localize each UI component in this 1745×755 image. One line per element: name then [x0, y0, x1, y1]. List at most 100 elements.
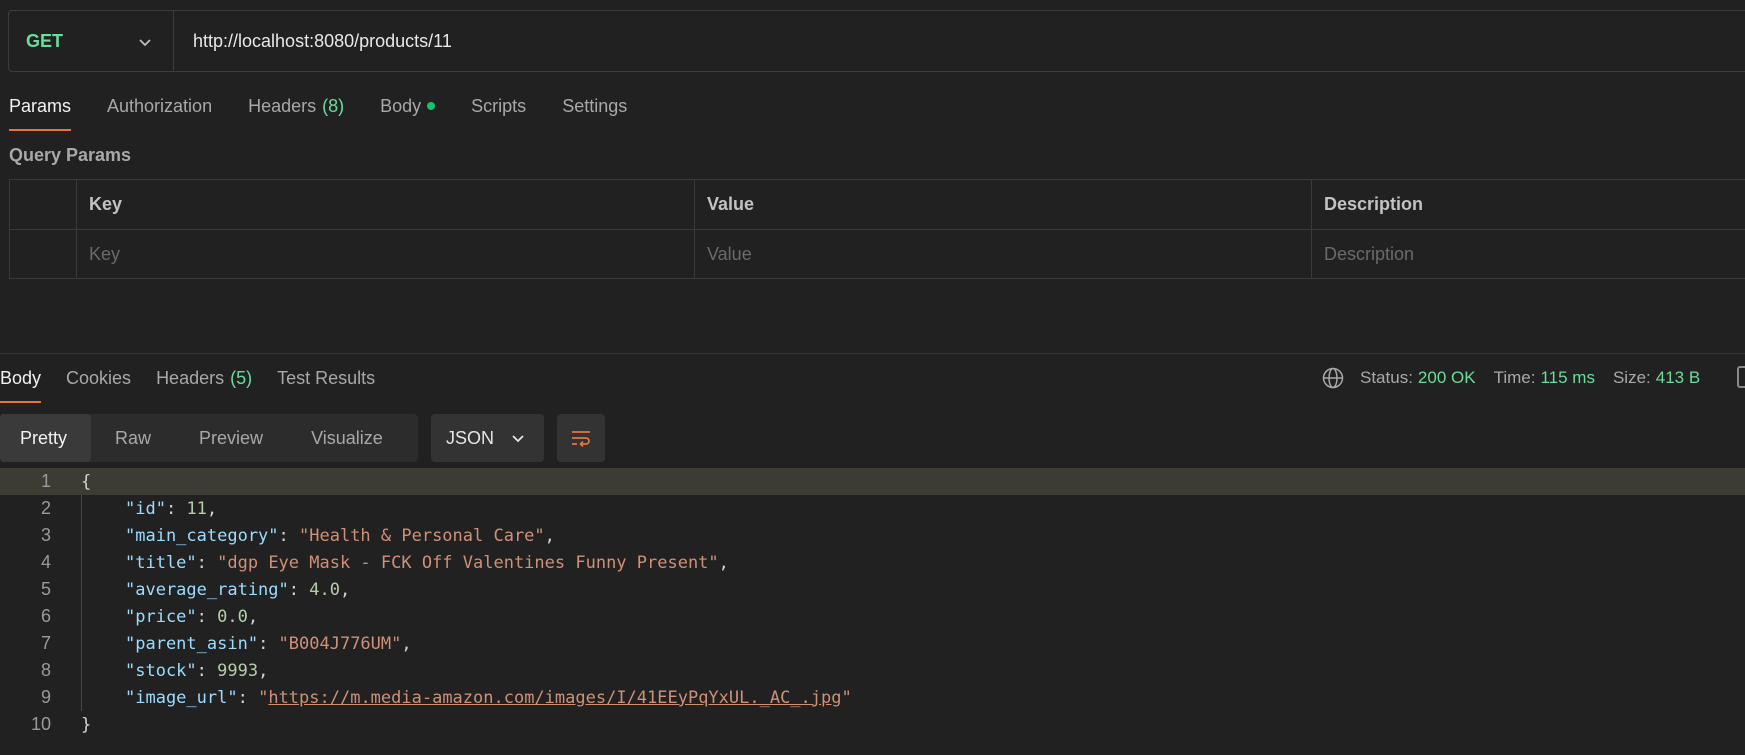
json-value: "dgp Eye Mask - FCK Off Valentines Funny…	[217, 552, 719, 573]
json-value: 4.0	[309, 579, 340, 600]
url-input[interactable]: http://localhost:8080/products/11	[174, 31, 452, 52]
pane-divider[interactable]	[0, 353, 1745, 354]
json-field: "parent_asin": "B004J776UM",	[125, 634, 412, 654]
format-label: JSON	[446, 427, 495, 448]
json-field: "average_rating": 4.0,	[125, 580, 350, 600]
code-line: 3 "main_category": "Health & Personal Ca…	[0, 522, 1745, 549]
code-line: 9 "image_url": "https://m.media-amazon.c…	[0, 684, 1745, 711]
response-tab-headers[interactable]: Headers (5)	[156, 368, 252, 404]
json-sep: :	[165, 498, 187, 519]
json-key: "average_rating"	[125, 579, 289, 600]
tab-headers-label: Headers	[248, 96, 317, 116]
response-headers-count: (5)	[230, 368, 253, 388]
response-tab-test-results[interactable]: Test Results	[277, 368, 375, 404]
code-line: 5 "average_rating": 4.0,	[0, 576, 1745, 603]
size-value[interactable]: 413 B	[1656, 368, 1700, 388]
request-tabs: Params Authorization Headers (8) Body Scr…	[9, 96, 663, 132]
status-label: Status:	[1360, 368, 1413, 387]
view-raw[interactable]: Raw	[91, 414, 175, 462]
tab-headers[interactable]: Headers (8)	[248, 96, 344, 132]
json-field: "title": "dgp Eye Mask - FCK Off Valenti…	[125, 553, 729, 573]
json-sep: :	[237, 687, 259, 708]
tab-scripts[interactable]: Scripts	[471, 96, 526, 132]
chevron-down-icon	[139, 39, 151, 47]
json-comma: ,	[401, 633, 412, 654]
json-sep: :	[196, 552, 218, 573]
response-tabs: Body Cookies Headers (5) Test Results	[0, 368, 400, 404]
status-value[interactable]: 200 OK	[1418, 368, 1476, 388]
json-value: 11	[186, 498, 207, 519]
response-tab-cookies[interactable]: Cookies	[66, 368, 131, 404]
json-value: 9993	[217, 660, 259, 681]
json-value: "B004J776UM"	[278, 633, 402, 654]
json-field: "main_category": "Health & Personal Care…	[125, 526, 555, 546]
line-number: 6	[40, 606, 51, 626]
request-url-bar: GET http://localhost:8080/products/11	[8, 10, 1745, 72]
value-input[interactable]: Value	[695, 230, 1312, 278]
key-input[interactable]: Key	[77, 230, 695, 278]
json-key: "parent_asin"	[125, 633, 259, 654]
key-column-header: Key	[77, 180, 695, 229]
json-comma: ,	[339, 579, 351, 600]
description-column-header: Description	[1324, 194, 1424, 214]
json-field: "id": 11,	[125, 499, 217, 519]
format-select[interactable]: JSON	[431, 414, 544, 462]
table-header-row: Key Value Description	[10, 180, 1745, 229]
tab-scripts-label: Scripts	[471, 96, 527, 116]
size-label: Size:	[1612, 368, 1651, 387]
view-visualize[interactable]: Visualize	[287, 414, 407, 462]
tab-params-label: Params	[9, 96, 72, 116]
description-input[interactable]: Description	[1312, 230, 1745, 278]
json-comma: ,	[544, 525, 555, 546]
json-key: "main_category"	[125, 525, 279, 546]
indent-guide	[81, 576, 82, 603]
save-response-icon[interactable]	[1737, 366, 1745, 388]
line-number: 4	[40, 552, 51, 572]
indent-guide	[81, 522, 82, 549]
time-value[interactable]: 115 ms	[1540, 368, 1595, 388]
line-number: 2	[40, 498, 51, 518]
response-tab-body[interactable]: Body	[0, 368, 42, 404]
json-value: "Health & Personal Care"	[299, 525, 545, 546]
response-body-viewer[interactable]: 1 { 2 "id": 11, 3 "main_category": "Heal…	[0, 468, 1745, 738]
json-key: "id"	[125, 498, 166, 519]
code-line: 1 {	[0, 468, 1745, 495]
line-number: 10	[30, 714, 51, 734]
globe-icon[interactable]	[1321, 366, 1345, 390]
json-field: "stock": 9993,	[125, 661, 268, 681]
line-number: 8	[40, 660, 51, 680]
response-tab-test-results-label: Test Results	[277, 368, 376, 388]
json-key: "stock"	[125, 660, 197, 681]
view-preview[interactable]: Preview	[175, 414, 287, 462]
code-line: 4 "title": "dgp Eye Mask - FCK Off Valen…	[0, 549, 1745, 576]
word-wrap-button[interactable]	[557, 414, 605, 462]
tab-settings-label: Settings	[562, 96, 628, 116]
response-tab-cookies-label: Cookies	[66, 368, 132, 388]
headers-count: (8)	[322, 96, 345, 116]
image-url-link[interactable]: https://m.media-amazon.com/images/I/41EE…	[268, 688, 841, 708]
line-number: 5	[40, 579, 51, 599]
json-key: "price"	[125, 606, 197, 627]
json-value: 0.0	[217, 606, 248, 627]
json-field: "image_url": "https://m.media-amazon.com…	[125, 688, 852, 708]
tab-authorization[interactable]: Authorization	[107, 96, 212, 132]
wrap-lines-icon	[572, 431, 590, 448]
json-sep: :	[258, 633, 279, 654]
indent-guide	[81, 630, 82, 657]
query-params-title: Query Params	[9, 145, 132, 165]
tab-body-label: Body	[380, 96, 422, 116]
tab-settings[interactable]: Settings	[562, 96, 627, 132]
view-pretty[interactable]: Pretty	[0, 414, 92, 462]
time-label: Time:	[1493, 368, 1536, 387]
chevron-down-icon	[512, 435, 524, 443]
method-select[interactable]: GET	[9, 11, 174, 71]
tab-body[interactable]: Body	[380, 96, 436, 132]
body-indicator-dot	[427, 102, 436, 110]
json-comma: ,	[206, 498, 218, 519]
json-sep: :	[288, 579, 310, 600]
json-comma: ,	[258, 660, 269, 681]
json-quote: "	[258, 687, 269, 708]
tab-params[interactable]: Params	[9, 96, 72, 132]
indent-guide	[81, 684, 82, 711]
indent-guide	[81, 603, 82, 630]
